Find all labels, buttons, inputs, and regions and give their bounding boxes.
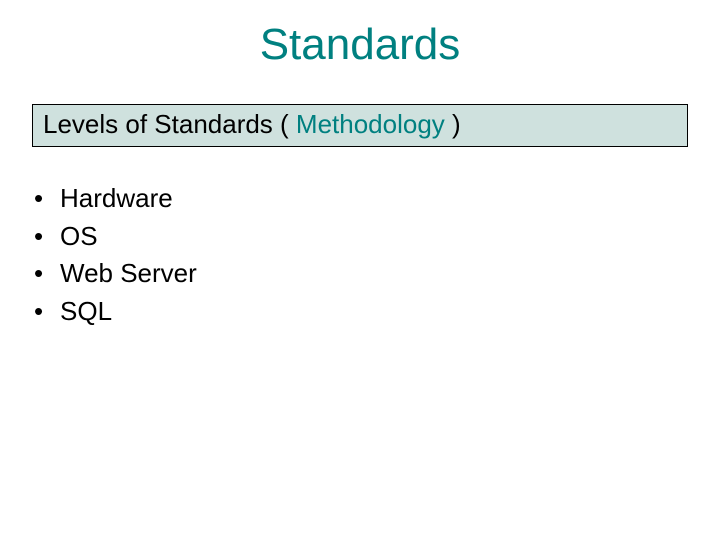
list-item-label: Hardware — [60, 180, 173, 218]
list-item: • SQL — [34, 293, 197, 331]
bullet-icon: • — [34, 293, 60, 331]
subtitle-box: Levels of Standards ( Methodology ) — [32, 104, 688, 147]
list-item-label: Web Server — [60, 255, 197, 293]
list-item: • Web Server — [34, 255, 197, 293]
list-item-label: SQL — [60, 293, 112, 331]
list-item: • Hardware — [34, 180, 197, 218]
list-item-label: OS — [60, 218, 98, 256]
list-item: • OS — [34, 218, 197, 256]
bullet-list: • Hardware • OS • Web Server • SQL — [34, 180, 197, 331]
bullet-icon: • — [34, 218, 60, 256]
bullet-icon: • — [34, 180, 60, 218]
page-title: Standards — [0, 20, 720, 70]
subtitle-suffix: ) — [445, 109, 461, 139]
subtitle-prefix: Levels of Standards ( — [43, 109, 296, 139]
bullet-icon: • — [34, 255, 60, 293]
subtitle-keyword: Methodology — [296, 109, 445, 139]
slide: Standards Levels of Standards ( Methodol… — [0, 0, 720, 540]
